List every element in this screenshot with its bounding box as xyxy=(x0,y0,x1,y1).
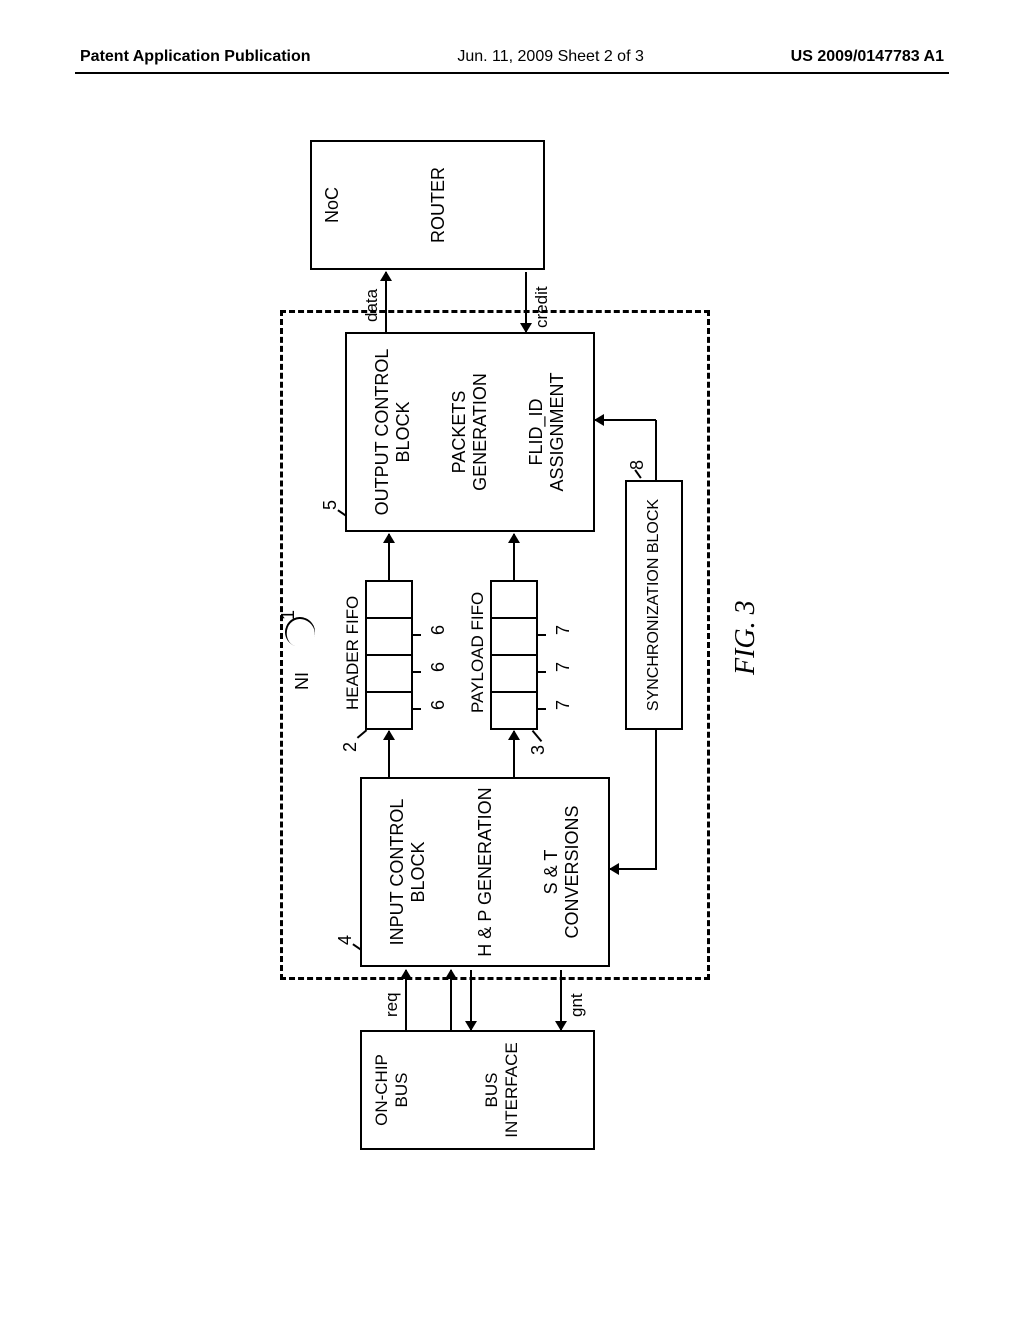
output-block-l2: FLID_ID ASSIGNMENT xyxy=(508,338,585,526)
sync-to-input-v xyxy=(610,868,656,870)
arrow-payload-to-output xyxy=(513,534,515,580)
header-fifo-label: HEADER FIFO xyxy=(343,596,363,710)
noc-title: NoC xyxy=(322,187,343,223)
payload-fifo xyxy=(490,580,538,730)
ref-7b: 7 xyxy=(553,662,574,672)
label-credit: credit xyxy=(532,286,552,328)
figure-caption: FIG. 3 xyxy=(730,600,762,675)
noc-block: NoC ROUTER xyxy=(310,140,545,270)
ref-6c: 6 xyxy=(428,625,449,635)
header-rule xyxy=(75,72,949,74)
diagram: ON-CHIP BUS BUS INTERFACE req gnt NI 1 I… xyxy=(130,130,890,1150)
payload-fifo-label: PAYLOAD FIFO xyxy=(468,592,488,713)
onchip-bus-block: ON-CHIP BUS BUS INTERFACE xyxy=(360,1030,595,1150)
ref-7a: 7 xyxy=(553,700,574,710)
input-block-l2: S & T CONVERSIONS xyxy=(523,783,600,961)
sync-block: SYNCHRONIZATION BLOCK xyxy=(625,480,683,730)
page-header: Patent Application Publication Jun. 11, … xyxy=(0,48,1024,66)
arrow-credit xyxy=(525,272,527,332)
sync-to-input-h xyxy=(655,730,657,870)
bus-interface-label: BUS INTERFACE xyxy=(482,1036,522,1144)
router-label: ROUTER xyxy=(428,167,449,243)
label-req: req xyxy=(382,992,402,1017)
ref-6b: 6 xyxy=(428,662,449,672)
arrow-data xyxy=(385,272,387,332)
input-block-title: INPUT CONTROL BLOCK xyxy=(370,783,447,961)
arrow-to-payload-fifo xyxy=(513,731,515,777)
header-center: Jun. 11, 2009 Sheet 2 of 3 xyxy=(457,48,644,66)
ni-label: NI xyxy=(292,672,313,690)
header-right: US 2009/0147783 A1 xyxy=(791,48,944,66)
input-control-block: INPUT CONTROL BLOCK H & P GENERATION S &… xyxy=(360,777,610,967)
arrow-to-header-fifo xyxy=(388,731,390,777)
ref-8: 8 xyxy=(627,460,648,470)
ref-3: 3 xyxy=(528,745,549,755)
arrow-header-to-output xyxy=(388,534,390,580)
onchip-bus-title: ON-CHIP BUS xyxy=(372,1036,412,1144)
output-block-l1: PACKETS GENERATION xyxy=(432,338,509,526)
output-block-title: OUTPUT CONTROL BLOCK xyxy=(355,338,432,526)
header-left: Patent Application Publication xyxy=(80,48,311,66)
ref-6a: 6 xyxy=(428,700,449,710)
input-block-l1: H & P GENERATION xyxy=(447,787,524,956)
ref-7c: 7 xyxy=(553,625,574,635)
sync-to-output-v xyxy=(595,419,656,421)
header-fifo xyxy=(365,580,413,730)
sync-to-output-h xyxy=(655,420,657,480)
ref-2: 2 xyxy=(340,742,361,752)
label-data: data xyxy=(362,289,382,322)
output-control-block: OUTPUT CONTROL BLOCK PACKETS GENERATION … xyxy=(345,332,595,532)
label-gnt: gnt xyxy=(567,993,587,1017)
